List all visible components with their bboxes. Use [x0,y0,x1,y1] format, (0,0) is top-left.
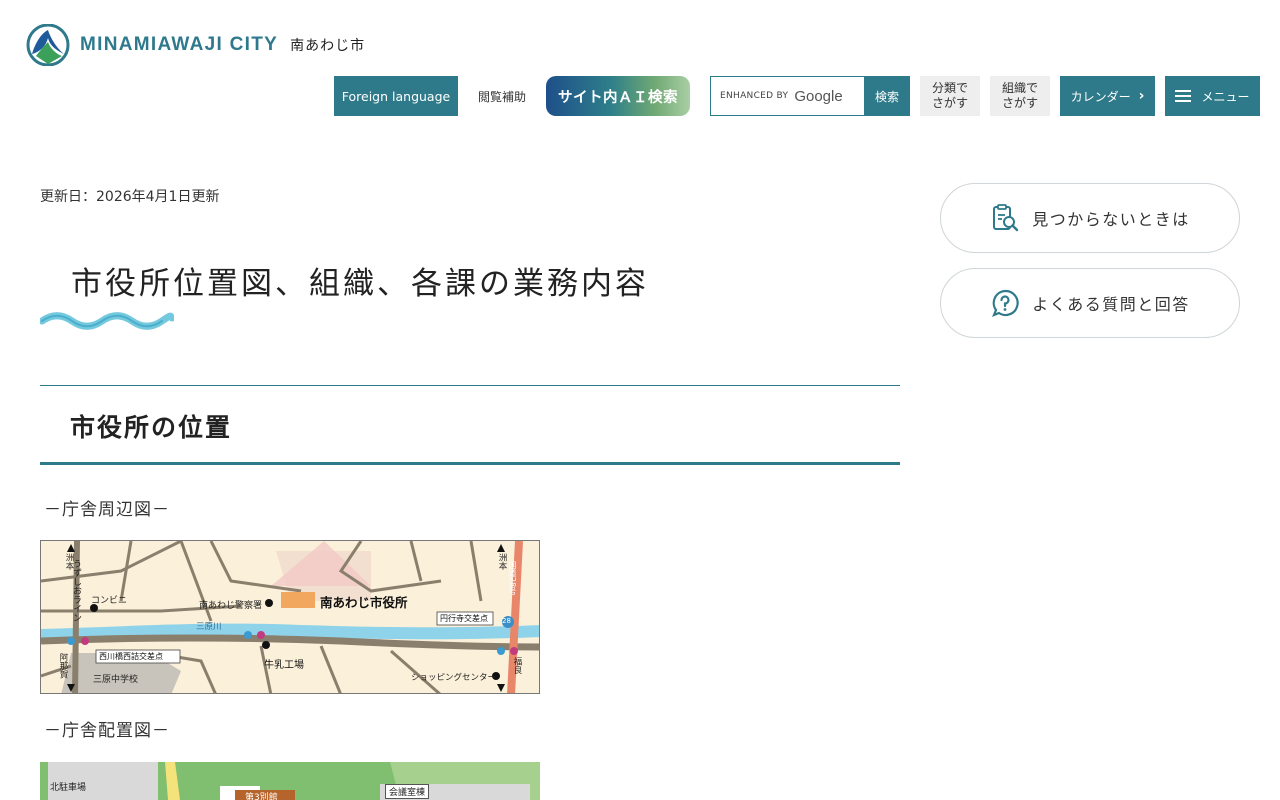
search-by-category-line2: さがす [931,96,968,110]
layout-label-north-parking: 北駐車場 [50,783,87,793]
menu-button[interactable]: メニュー [1165,76,1260,116]
map-label-police: 南あわじ警察署 [199,601,263,611]
map-label-shopping: ショッピングセンター [411,673,497,683]
search-by-org-line1: 組織で [1001,81,1038,95]
map-label-convenience: コンビニ [91,596,128,606]
layout-label-meeting-bldg: 会議室棟 [385,784,430,799]
chevron-right-icon: › [1138,88,1145,104]
menu-label: メニュー [1201,89,1250,104]
search-by-org-line2: さがす [1001,96,1038,110]
section-heading: 市役所の位置 [40,385,900,465]
page-title: 市役所位置図、組織、各課の業務内容 [71,266,649,302]
map-label-intersection-east: 円行寺交差点 [440,614,488,623]
map-label-route-number: 28 [502,617,511,625]
map-label-to-fukura: 福良 [512,657,522,674]
search-button[interactable]: 検索 [864,76,910,116]
layout-map-caption: －庁舎配置図－ [44,721,170,741]
area-map-caption: －庁舎周辺図－ [44,500,170,520]
updated-date: 更新日：2026年4月1日更新 [40,189,220,205]
site-logo[interactable]: MINAMIAWAJI CITY 南あわじ市 [26,24,365,66]
layout-map-image: 北駐車場 第3別館 会議室棟 [40,762,540,800]
map-label-river: 三原川 [196,622,222,632]
not-found-button[interactable]: 見つからないときは [940,183,1240,253]
layout-label-annex3: 第3別館 [245,793,278,800]
calendar-button[interactable]: カレンダー › [1060,76,1155,116]
hamburger-icon [1175,90,1192,102]
section-title: 市役所の位置 [70,413,233,442]
question-bubble-icon [992,289,1019,317]
map-label-milk-factory: 牛乳工場 [264,660,304,671]
wave-decoration [40,312,174,330]
faq-button[interactable]: よくある質問と回答 [940,268,1240,338]
map-label-intersection-west: 西川橋西詰交差点 [99,652,163,661]
search-by-category-line1: 分類で [931,81,968,95]
map-label-school: 三原中学校 [93,675,139,685]
calendar-label: カレンダー [1070,89,1131,104]
area-map-image: 南あわじ市役所 南あわじ警察署 コンビニ 三原川 西川橋西詰交差点 円行寺交差点… [40,540,540,694]
map-label-to-anaga: 阿那賀 [58,653,68,679]
logo-text-ja: 南あわじ市 [290,38,366,54]
city-emblem-icon [26,24,70,66]
ai-search-button[interactable]: サイト内ＡＩ検索 [546,76,690,116]
map-label-to-sumoto-left: 洲本 [64,553,74,570]
not-found-label: 見つからないときは [1032,210,1190,229]
faq-label: よくある質問と回答 [1032,295,1190,314]
search-by-organization-button[interactable]: 組織で さがす [990,76,1050,116]
logo-text-en: MINAMIAWAJI CITY [80,34,279,55]
search-by-category-button[interactable]: 分類で さがす [920,76,980,116]
map-label-national-road: 国道28号 [508,561,517,596]
search-input[interactable]: ENHANCED BY Google [710,76,865,116]
document-search-icon [993,204,1019,232]
accessibility-button[interactable]: 閲覧補助 [470,76,534,116]
google-logo: Google [794,87,843,105]
foreign-language-button[interactable]: Foreign language [334,76,458,116]
map-label-city-hall: 南あわじ市役所 [320,595,408,610]
search-enhanced-label: ENHANCED BY [720,91,789,101]
